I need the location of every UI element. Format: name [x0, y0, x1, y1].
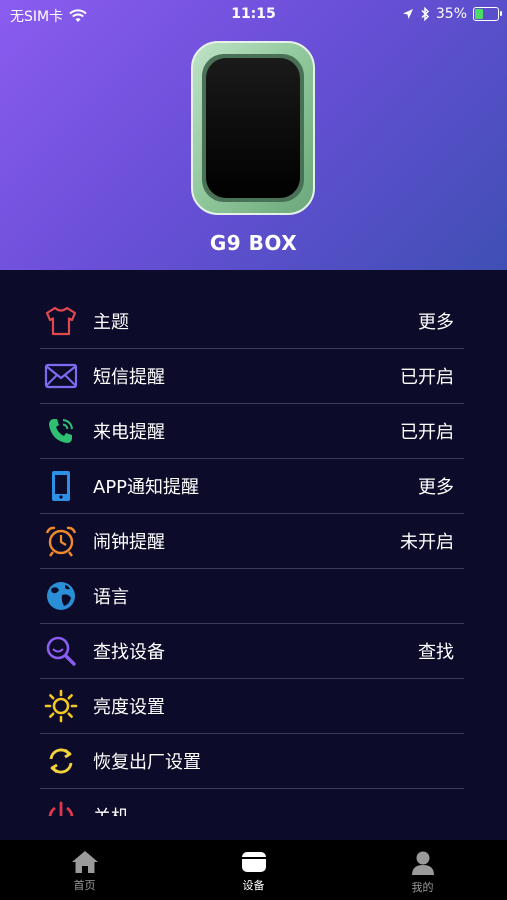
menu-item-label: 查找设备	[93, 642, 165, 663]
menu-item-theme[interactable]: 主题 更多	[40, 294, 464, 349]
menu-item-alarm-reminder[interactable]: 闹钟提醒 未开启	[40, 514, 464, 569]
menu-item-label: APP通知提醒	[93, 477, 200, 498]
envelope-icon	[44, 363, 78, 389]
sun-icon	[44, 689, 78, 723]
battery-icon	[473, 7, 502, 21]
menu-item-value: 已开启	[400, 367, 454, 388]
tab-home[interactable]: 首页	[0, 840, 169, 900]
tab-profile[interactable]: 我的	[338, 840, 507, 900]
menu-item-language[interactable]: 语言	[40, 569, 464, 624]
battery-percent: 35%	[435, 6, 467, 22]
menu-item-label: 恢复出厂设置	[93, 752, 201, 773]
menu-item-value: 未开启	[400, 532, 454, 553]
menu-item-value: 查找	[418, 642, 454, 663]
settings-menu: 主题 更多 短信提醒 已开启 来电提醒 已开启 APP通知提醒 更多 闹钟提醒 …	[40, 294, 464, 816]
refresh-icon	[49, 748, 73, 774]
tab-bar: 首页 设备 我的	[0, 840, 507, 900]
menu-item-value: 已开启	[400, 422, 454, 443]
menu-item-find-device[interactable]: 查找设备 查找	[40, 624, 464, 679]
tab-device[interactable]: 设备	[169, 840, 338, 900]
menu-item-label: 主题	[93, 312, 129, 333]
menu-item-label: 语言	[93, 587, 129, 608]
menu-item-label: 亮度设置	[93, 697, 165, 718]
tab-label: 首页	[73, 879, 96, 892]
device-icon	[241, 852, 266, 872]
tab-label: 设备	[242, 879, 265, 892]
menu-item-label: 闹钟提醒	[93, 532, 165, 553]
device-name: G9 BOX	[209, 231, 298, 255]
status-bar: 无SIM卡 11:15 35%	[0, 0, 507, 30]
battery-fill	[475, 9, 484, 19]
menu-item-value: 更多	[418, 477, 454, 498]
menu-item-sms-reminder[interactable]: 短信提醒 已开启	[40, 349, 464, 404]
location-arrow-icon	[402, 9, 413, 19]
tab-label: 我的	[411, 881, 434, 894]
power-icon	[48, 801, 74, 816]
menu-item-label: 关机	[93, 803, 454, 816]
watch-image	[191, 41, 315, 215]
menu-item-call-reminder[interactable]: 来电提醒 已开启	[40, 404, 464, 459]
globe-icon	[47, 582, 75, 610]
smartphone-icon	[52, 471, 70, 501]
menu-item-app-notification[interactable]: APP通知提醒 更多	[40, 459, 464, 514]
menu-item-value: 更多	[418, 312, 454, 333]
home-icon	[71, 851, 98, 873]
phone-icon	[49, 419, 73, 443]
menu-item-factory-reset[interactable]: 恢复出厂设置	[40, 734, 464, 789]
profile-icon	[411, 851, 434, 875]
menu-item-label: 短信提醒	[93, 367, 165, 388]
bluetooth-icon	[421, 7, 429, 21]
device-header: 无SIM卡 11:15 35% G9 BOX	[0, 0, 507, 270]
alarm-clock-icon	[45, 526, 77, 557]
menu-item-label: 来电提醒	[93, 422, 165, 443]
tshirt-icon	[45, 306, 77, 336]
menu-item-power-off[interactable]: 关机	[40, 789, 464, 816]
search-icon	[46, 636, 76, 666]
menu-item-brightness[interactable]: 亮度设置	[40, 679, 464, 734]
